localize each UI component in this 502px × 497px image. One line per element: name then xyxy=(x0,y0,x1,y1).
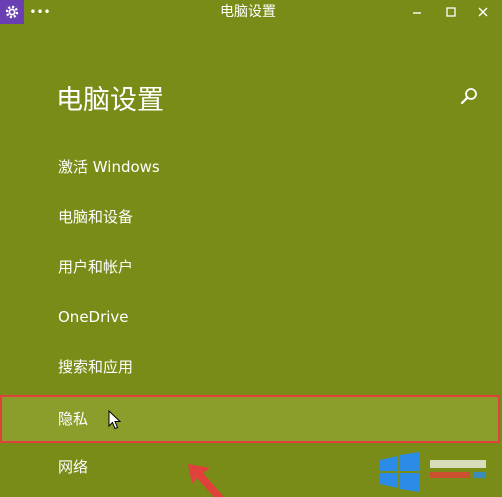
nav-item-label: 激活 Windows xyxy=(58,158,160,176)
red-arrow-icon xyxy=(188,464,224,497)
ellipsis-icon[interactable]: ••• xyxy=(29,0,50,24)
maximize-button[interactable] xyxy=(434,0,468,24)
nav-item-label: 搜索和应用 xyxy=(58,358,134,376)
windows-logo-icon xyxy=(380,452,420,492)
nav-item-label: 用户和帐户 xyxy=(58,258,134,276)
nav-item-pc-and-devices[interactable]: 电脑和设备 xyxy=(0,193,500,241)
window-title: 电脑设置 xyxy=(220,4,276,20)
watermark-flag-icon xyxy=(430,460,486,478)
nav-item-label: 电脑和设备 xyxy=(58,208,134,226)
nav-item-privacy[interactable]: 隐私 xyxy=(0,395,500,443)
nav-item-label: 隐私 xyxy=(58,410,89,428)
nav-item-label: 网络 xyxy=(58,458,89,476)
maximize-icon xyxy=(446,7,456,17)
search-icon xyxy=(460,88,477,105)
close-icon xyxy=(478,7,488,17)
nav-item-activate-windows[interactable]: 激活 Windows xyxy=(0,143,500,191)
page-title: 电脑设置 xyxy=(56,85,164,116)
minimize-button[interactable] xyxy=(400,0,434,24)
nav-item-accounts[interactable]: 用户和帐户 xyxy=(0,243,500,291)
search-button[interactable] xyxy=(458,86,480,108)
title-bar: ••• 电脑设置 xyxy=(0,0,502,24)
mouse-cursor-icon xyxy=(108,410,122,430)
nav-item-onedrive[interactable]: OneDrive xyxy=(0,293,500,341)
nav-item-search-and-apps[interactable]: 搜索和应用 xyxy=(0,343,500,391)
app-icon[interactable] xyxy=(0,0,24,24)
nav-item-label: OneDrive xyxy=(58,308,129,326)
close-button[interactable] xyxy=(466,0,500,24)
watermark-logo xyxy=(370,448,502,497)
gear-icon xyxy=(5,5,19,19)
minimize-icon xyxy=(413,12,421,14)
